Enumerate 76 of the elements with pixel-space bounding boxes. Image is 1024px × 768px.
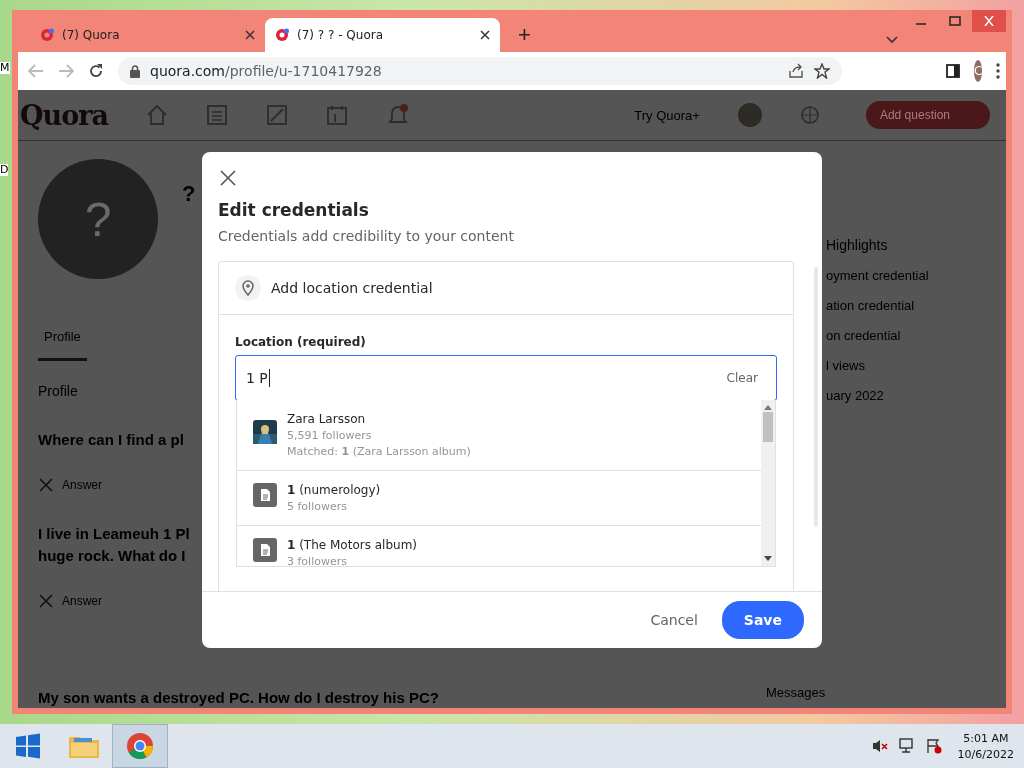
home-icon[interactable] [145, 104, 168, 126]
flag-warning-icon[interactable] [925, 738, 942, 754]
close-icon [245, 30, 255, 40]
speaker-muted-icon[interactable] [871, 738, 888, 754]
taskbar-app[interactable] [112, 724, 168, 768]
cross-icon[interactable] [38, 593, 54, 609]
suggestion-title: 1 (The Motors album) [287, 538, 417, 552]
input-value: 1 P [246, 370, 268, 386]
close-tab-button[interactable] [480, 30, 490, 40]
globe-icon[interactable] [799, 105, 820, 125]
save-button[interactable]: Save [721, 601, 804, 639]
chrome-icon [126, 732, 154, 760]
avatar: ? [38, 159, 158, 279]
cancel-button[interactable]: Cancel [642, 604, 706, 636]
desktop-icon-label[interactable]: D [0, 164, 9, 176]
highlights-heading: Highlights [826, 237, 889, 253]
suggestion-item[interactable]: 1 (numerology) 5 followers [237, 471, 761, 526]
suggestion-item[interactable]: Zara Larsson 5,591 followers Matched: 1 (Zara Larsson album) [237, 400, 761, 471]
dialog-subtitle: Credentials add credibility to your content [218, 228, 515, 244]
windows-start-icon[interactable] [15, 733, 41, 759]
match-note: Matched: 1 (Zara Larsson album) [287, 445, 471, 458]
document-icon [253, 538, 277, 562]
profile-avatar[interactable]: C [974, 60, 983, 82]
cross-icon[interactable] [38, 477, 54, 493]
follower-count: 5 followers [287, 500, 348, 513]
dialog-title: Edit credentials [218, 200, 370, 220]
section-title: Add location credential [271, 280, 433, 296]
close-icon [480, 30, 490, 40]
chevron-down-icon[interactable] [886, 36, 898, 44]
highlight-item: uary 2022 [826, 388, 885, 403]
maximize-icon[interactable] [949, 16, 961, 26]
suggestion-item[interactable]: 1 (The Motors album) 3 followers [237, 526, 761, 566]
add-question-button[interactable]: Add question [865, 101, 990, 129]
edit-icon[interactable] [265, 104, 288, 126]
highlight-item: l views [826, 358, 866, 373]
field-label: Location (required) [235, 335, 367, 349]
close-icon [220, 170, 236, 186]
scroll-down-icon [764, 556, 772, 562]
star-icon[interactable] [814, 63, 830, 79]
new-tab-button[interactable]: + [512, 22, 537, 48]
messages-heading: Messages [766, 685, 826, 700]
section-heading: Profile [38, 383, 79, 399]
document-icon [253, 483, 277, 507]
more-icon[interactable] [996, 63, 1001, 79]
close-icon[interactable] [983, 16, 995, 26]
address-bar[interactable]: quora.com/profile/u-1710417928 [118, 57, 842, 85]
clock[interactable]: 5:01 AM 10/6/2022 [957, 731, 1014, 761]
browser-tab[interactable]: (7) ? ? - Quora [265, 18, 500, 52]
desktop-icon-label[interactable]: M [0, 62, 10, 74]
scroll-thumb[interactable] [763, 412, 773, 442]
highlight-item: on credential [826, 328, 902, 343]
scrollbar[interactable] [761, 400, 775, 566]
close-button[interactable] [218, 168, 238, 188]
suggestion-title: Zara Larsson [287, 412, 367, 426]
scroll-up-icon [764, 404, 772, 410]
side-panel-icon[interactable] [946, 64, 960, 78]
quora-icon [275, 28, 289, 42]
clear-button[interactable]: Clear [720, 370, 764, 386]
follower-count: 5,591 followers [287, 429, 373, 442]
profile-name: ? [182, 181, 196, 207]
clock-date: 10/6/2022 [957, 747, 1014, 761]
follower-count: 3 followers [287, 555, 348, 566]
suggestion-title: 1 (numerology) [287, 483, 381, 497]
highlight-item: oyment credential [826, 268, 930, 283]
highlight-item: ation credential [826, 298, 916, 313]
url-text: quora.com/profile/u-1710417928 [150, 63, 383, 79]
lock-icon [130, 64, 140, 78]
reload-icon[interactable] [88, 63, 104, 79]
share-icon[interactable] [788, 63, 804, 79]
clock-time: 5:01 AM [963, 731, 1009, 745]
avatar[interactable] [737, 103, 762, 127]
quora-icon [40, 28, 54, 42]
close-tab-button[interactable] [245, 30, 255, 40]
browser-tab[interactable]: (7) Quora [30, 18, 265, 52]
location-pin-icon [235, 275, 261, 301]
network-icon[interactable] [897, 738, 916, 754]
